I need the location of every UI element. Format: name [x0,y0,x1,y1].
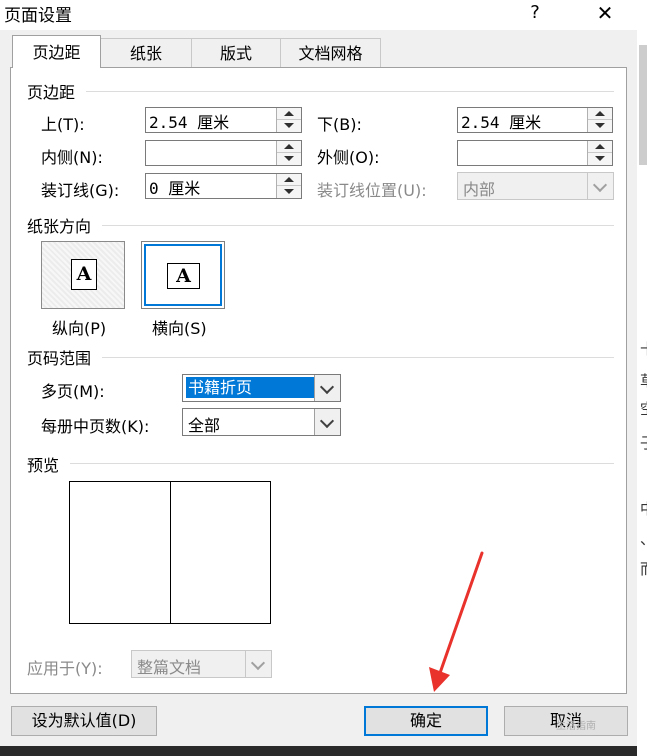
chevron-down-icon [587,173,613,199]
preview-divider [70,463,614,464]
top-margin-arrows[interactable] [276,108,301,132]
spin-up-icon[interactable] [277,174,301,186]
margins-group-label: 页边距 [27,79,76,103]
watermark: 生活指南 [556,721,596,732]
bottom-margin-arrows[interactable] [587,108,612,132]
outside-margin-spinner[interactable] [457,140,613,166]
background-text: 而 [640,558,647,579]
sheets-per-booklet-select[interactable]: 全部 [182,408,341,436]
apply-to-select: 整篇文档 [131,650,272,678]
portrait-label: 纵向(P) [52,319,107,338]
chevron-down-icon[interactable] [314,375,340,401]
outside-margin-label: 外侧(O): [317,148,380,167]
background-text: 草 [640,370,647,391]
multiple-pages-select[interactable]: 书籍折页 [182,374,341,402]
margins-divider [86,91,614,92]
inside-margin-label: 内侧(N): [41,148,103,167]
close-button[interactable]: ✕ [582,0,628,28]
tab-margins[interactable]: 页边距 [12,35,101,68]
inside-margin-spinner[interactable] [145,140,302,166]
gutter-value: 0 厘米 [149,179,201,198]
sheets-per-booklet-value: 全部 [188,416,221,435]
help-button[interactable]: ? [520,0,550,28]
gutter-spinner[interactable]: 0 厘米 [145,173,302,199]
background-text: 中 [640,498,647,519]
spin-down-icon[interactable] [277,153,301,165]
background-text: 、 [640,528,647,549]
portrait-button[interactable]: A [41,241,125,309]
bottom-margin-spinner[interactable]: 2.54 厘米 [457,107,613,133]
outside-margin-arrows[interactable] [587,141,612,165]
taskbar-strip [0,746,637,756]
tab-document-grid[interactable]: 文档网格 [280,38,381,67]
gutter-position-select: 内部 [457,172,614,200]
background-text: 子 [640,432,647,453]
set-as-default-button[interactable]: 设为默认值(D) [11,706,157,736]
annotation-arrow-icon [429,551,484,692]
pages-group-label: 页码范围 [27,345,92,369]
portrait-page-icon: A [71,259,97,290]
top-margin-label: 上(T): [41,115,85,134]
gutter-position-label: 装订线位置(U): [317,181,427,200]
spin-down-icon[interactable] [588,120,612,132]
dialog-title: 页面设置 [4,6,72,26]
apply-to-value: 整篇文档 [137,658,202,677]
pages-divider [102,357,614,358]
chevron-down-icon[interactable] [314,409,340,435]
title-bar: 页面设置 ? ✕ [0,0,637,30]
chevron-down-icon [245,651,271,677]
preview-left-page [69,481,172,624]
gutter-arrows[interactable] [276,174,301,198]
orientation-group-label: 纸张方向 [27,213,92,237]
background-scrollbar [639,45,647,165]
spin-up-icon[interactable] [588,141,612,153]
top-margin-spinner[interactable]: 2.54 厘米 [145,107,302,133]
apply-to-label: 应用于(Y): [27,659,103,678]
top-margin-value: 2.54 厘米 [149,113,230,132]
preview-right-page [170,481,271,624]
landscape-button[interactable]: A [141,241,225,309]
bottom-margin-label: 下(B): [317,115,362,134]
landscape-label: 横向(S) [152,319,207,338]
spin-down-icon[interactable] [277,120,301,132]
multiple-pages-label: 多页(M): [41,382,105,401]
gutter-position-value: 内部 [463,180,496,199]
tab-layout[interactable]: 版式 [191,38,281,67]
multiple-pages-value: 书籍折页 [186,377,316,398]
sheets-per-booklet-label: 每册中页数(K): [41,417,150,436]
tab-paper[interactable]: 纸张 [100,38,192,67]
bottom-margin-value: 2.54 厘米 [461,113,542,132]
ok-button[interactable]: 确定 [364,706,488,736]
gutter-label: 装订线(G): [41,181,120,200]
spin-up-icon[interactable] [277,108,301,120]
preview-group-label: 预览 [27,452,60,476]
landscape-page-icon: A [167,263,200,289]
spin-down-icon[interactable] [277,186,301,198]
page-setup-dialog: 页面设置 ? ✕ 页边距 纸张 版式 文档网格 页边距 上(T): 2.54 厘… [0,0,638,756]
background-text: 十 [640,338,647,359]
spin-down-icon[interactable] [588,153,612,165]
background-text: 空 [640,398,647,419]
spin-up-icon[interactable] [588,108,612,120]
orientation-divider [102,225,614,226]
inside-margin-arrows[interactable] [276,141,301,165]
spin-up-icon[interactable] [277,141,301,153]
